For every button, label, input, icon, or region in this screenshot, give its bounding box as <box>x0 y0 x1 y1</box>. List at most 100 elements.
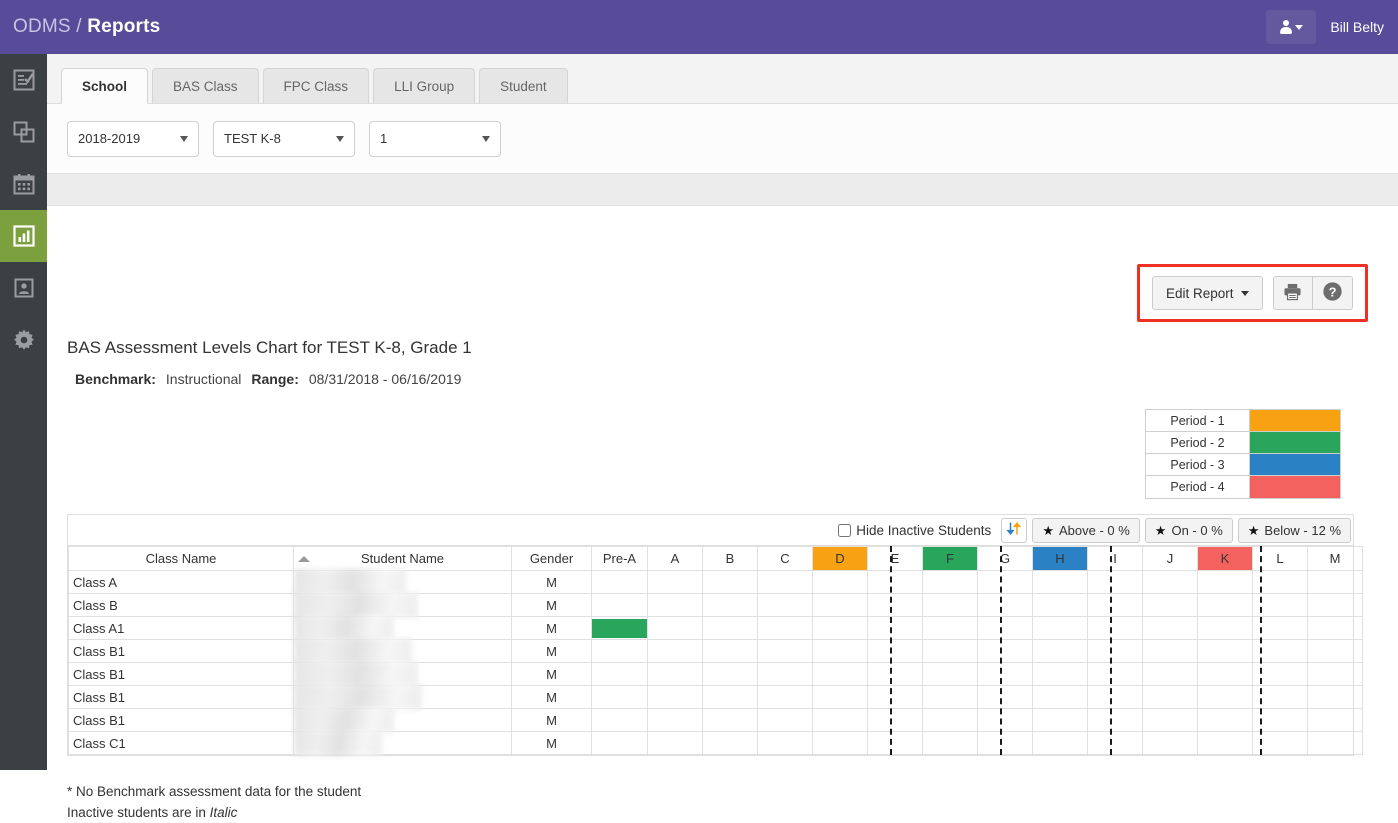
cell-level-b <box>703 640 758 663</box>
print-button[interactable] <box>1273 276 1313 310</box>
cell-level-h <box>1033 594 1088 617</box>
sidebar-item-students[interactable] <box>0 262 47 314</box>
col-header-gender[interactable]: Gender <box>512 547 592 571</box>
hide-inactive-students-checkbox[interactable]: Hide Inactive Students <box>838 523 991 538</box>
school-select[interactable]: TEST K-8 <box>213 121 355 157</box>
cell-level-pre-a <box>592 594 648 617</box>
table-row[interactable]: Class B1 M <box>69 663 1363 686</box>
col-header-level-c[interactable]: C <box>758 547 813 571</box>
report-icon-button-group: ? <box>1273 276 1353 310</box>
cell-class-name: Class A1 <box>69 617 294 640</box>
sidebar-item-calendar[interactable] <box>0 158 47 210</box>
col-header-level-h[interactable]: H <box>1033 547 1088 571</box>
school-year-select[interactable]: 2018-2019 <box>67 121 199 157</box>
cell-level-i <box>1088 571 1143 594</box>
col-header-level-pre-a[interactable]: Pre-A <box>592 547 648 571</box>
cell-level-a <box>648 709 703 732</box>
cell-level-f <box>923 617 978 640</box>
legend-label: Period - 4 <box>1146 476 1250 498</box>
sidebar-item-reports[interactable] <box>0 210 47 262</box>
tab-bas-class[interactable]: BAS Class <box>152 68 259 104</box>
tab-fpc-class[interactable]: FPC Class <box>263 68 370 104</box>
cell-level-i <box>1088 732 1143 755</box>
cell-gender: M <box>512 709 592 732</box>
cell-level-e <box>868 732 923 755</box>
tab-lli-group[interactable]: LLI Group <box>373 68 475 104</box>
cell-level-j <box>1143 686 1198 709</box>
col-header-level-m[interactable]: M <box>1308 547 1363 571</box>
edit-report-button[interactable]: Edit Report <box>1152 276 1263 310</box>
user-menu-button[interactable] <box>1266 10 1316 44</box>
footnote-inactive-emphasis: Italic <box>210 805 238 820</box>
cell-level-g <box>978 732 1033 755</box>
breadcrumb-separator: / <box>71 16 87 37</box>
col-header-level-e[interactable]: E <box>868 547 923 571</box>
cell-level-b <box>703 686 758 709</box>
table-row[interactable]: Class B1 M <box>69 709 1363 732</box>
cell-level-i <box>1088 617 1143 640</box>
grade-select[interactable]: 1 <box>369 121 501 157</box>
sort-updown-icon <box>1006 521 1022 539</box>
table-row[interactable]: Class B1 M <box>69 640 1363 663</box>
grade-value: 1 <box>380 131 472 146</box>
tab-student[interactable]: Student <box>479 68 568 104</box>
col-header-level-a[interactable]: A <box>648 547 703 571</box>
cell-gender: M <box>512 571 592 594</box>
cell-level-c <box>758 663 813 686</box>
below-benchmark-button[interactable]: ★ Below - 12 % <box>1238 518 1351 543</box>
above-benchmark-button[interactable]: ★ Above - 0 % <box>1032 518 1139 543</box>
table-row[interactable]: Class B1 M <box>69 686 1363 709</box>
breadcrumb-app-name[interactable]: ODMS <box>13 16 71 37</box>
table-row[interactable]: Class C1 M <box>69 732 1363 755</box>
hide-inactive-students-input[interactable] <box>838 524 851 537</box>
cell-level-a <box>648 732 703 755</box>
cell-class-name: Class B <box>69 594 294 617</box>
cell-level-f <box>923 732 978 755</box>
cell-level-pre-a <box>592 663 648 686</box>
hide-inactive-students-label: Hide Inactive Students <box>856 523 991 538</box>
col-header-class-name[interactable]: Class Name <box>69 547 294 571</box>
cell-level-pre-a <box>592 732 648 755</box>
table-toolbar: Hide Inactive Students ★ Above - 0 % ★ O… <box>68 515 1353 546</box>
col-header-level-d[interactable]: D <box>813 547 868 571</box>
col-header-level-g[interactable]: G <box>978 547 1033 571</box>
chevron-down-icon <box>482 136 490 142</box>
table-row[interactable]: Class B M <box>69 594 1363 617</box>
sidebar-item-classes[interactable] <box>0 106 47 158</box>
legend-row: Period - 3 <box>1146 454 1340 476</box>
cell-level-i <box>1088 594 1143 617</box>
col-header-level-l[interactable]: L <box>1253 547 1308 571</box>
cell-level-k <box>1198 732 1253 755</box>
cell-level-m <box>1308 640 1363 663</box>
report-panel: Edit Report ? BAS Assessment Levels Char… <box>47 206 1398 770</box>
cell-student-name <box>294 594 512 617</box>
tab-school[interactable]: School <box>61 68 148 104</box>
cell-level-m <box>1308 571 1363 594</box>
on-benchmark-button[interactable]: ★ On - 0 % <box>1145 518 1233 543</box>
cell-level-d <box>813 640 868 663</box>
col-header-student-name[interactable]: Student Name <box>294 547 512 571</box>
col-header-level-j[interactable]: J <box>1143 547 1198 571</box>
legend-row: Period - 4 <box>1146 476 1340 498</box>
sidebar-item-settings[interactable] <box>0 314 47 366</box>
cell-level-g <box>978 571 1033 594</box>
help-button[interactable]: ? <box>1313 276 1353 310</box>
grid-header-row: Class Name Student Name Gender Pre-A A B <box>69 547 1363 571</box>
table-row[interactable]: Class A1 M <box>69 617 1363 640</box>
cell-level-c <box>758 732 813 755</box>
table-row[interactable]: Class A M <box>69 571 1363 594</box>
col-header-level-k[interactable]: K <box>1198 547 1253 571</box>
page-title: Reports <box>87 16 160 37</box>
col-header-level-i[interactable]: I <box>1088 547 1143 571</box>
sort-button[interactable] <box>1001 518 1027 543</box>
legend-swatch-period-4 <box>1250 476 1340 498</box>
calendar-icon <box>12 172 36 196</box>
cell-level-m <box>1308 732 1363 755</box>
cell-student-name <box>294 617 512 640</box>
cell-level-g <box>978 709 1033 732</box>
col-header-level-b[interactable]: B <box>703 547 758 571</box>
cell-level-k <box>1198 640 1253 663</box>
cell-level-e <box>868 617 923 640</box>
sidebar-item-assessments[interactable] <box>0 54 47 106</box>
col-header-level-f[interactable]: F <box>923 547 978 571</box>
